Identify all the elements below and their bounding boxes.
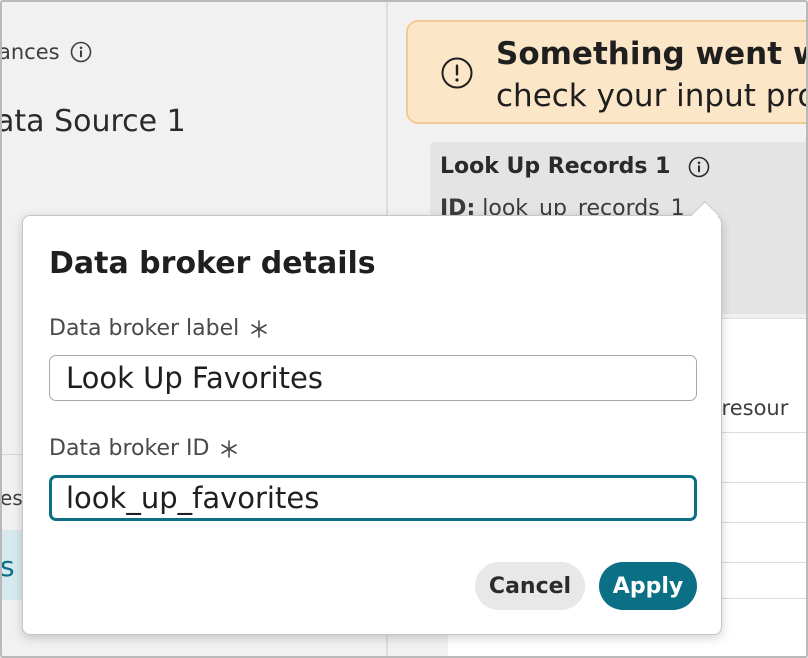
error-alert: Something went wr check your input prop [406,20,808,124]
selected-list-item-label: s [0,550,15,583]
app-frame: ances ata Source 1 es s Something went w… [0,0,808,658]
popover-title: Data broker details [49,246,376,281]
info-icon[interactable] [688,156,710,178]
broker-label-field-label: Data broker label [49,316,269,341]
divider [2,454,24,455]
instances-label: ances [0,40,60,64]
record-title-row: Look Up Records 1 [440,154,710,179]
asterisk-icon [221,439,238,458]
data-broker-popover: Data broker details Data broker label Da… [22,200,722,635]
asterisk-icon [251,319,268,338]
broker-id-input[interactable] [49,475,697,521]
data-source-name: ata Source 1 [0,104,186,139]
alert-body: check your input prop [496,78,808,114]
apply-button[interactable]: Apply [599,562,697,610]
section-label: es [0,486,23,510]
alert-title: Something went wr [496,36,808,72]
field-label-text: Data broker ID [49,436,210,461]
instances-heading: ances [0,40,92,64]
broker-id-field-label: Data broker ID [49,436,239,461]
warning-icon [441,57,473,89]
info-icon[interactable] [70,41,92,63]
record-title: Look Up Records 1 [440,154,671,179]
cancel-button[interactable]: Cancel [475,562,585,610]
broker-label-input[interactable] [49,355,697,401]
field-label-text: Data broker label [49,316,240,341]
